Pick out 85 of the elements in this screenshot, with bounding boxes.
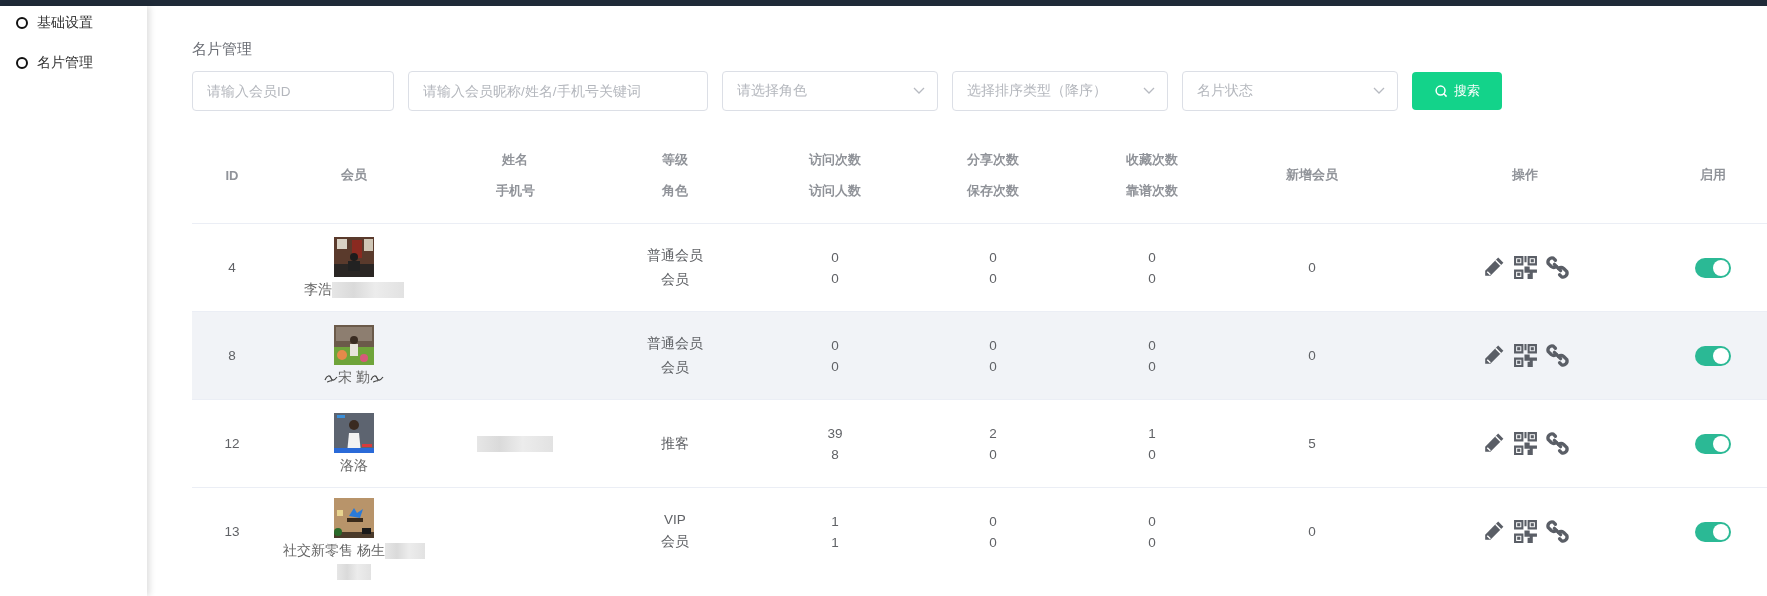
column-header: 靠谱次数 — [1126, 181, 1178, 200]
table-cell: 0 — [1148, 249, 1156, 265]
table-cell: 2 — [989, 425, 997, 441]
table-cell: 0 — [989, 249, 997, 265]
table-cell: 12 — [224, 436, 240, 451]
column-header: 收藏次数 — [1126, 150, 1178, 169]
toggle-switch[interactable] — [1694, 521, 1731, 542]
qr-code-icon[interactable] — [1512, 519, 1538, 544]
member-name: 洛洛 — [340, 456, 368, 475]
qr-code-icon[interactable] — [1512, 431, 1538, 456]
chevron-down-icon — [1143, 87, 1155, 95]
table-cell: 1 — [831, 534, 839, 550]
sidebar-item[interactable]: 基础设置 — [0, 13, 147, 33]
column-header: 等级 — [662, 150, 688, 169]
qr-code-icon[interactable] — [1512, 255, 1538, 280]
table-cell: 8 — [228, 348, 236, 363]
input-field[interactable]: 请输入会员昵称/姓名/手机号关键词 — [408, 71, 708, 111]
table-cell: 0 — [1148, 358, 1156, 374]
table-cell: 0 — [989, 358, 997, 374]
member-name: 李浩 — [304, 280, 332, 299]
table-cell: 0 — [831, 249, 839, 265]
table-cell: 普通会员 — [647, 246, 703, 265]
toggle-switch[interactable] — [1694, 345, 1731, 366]
table-cell: 0 — [1148, 270, 1156, 286]
table-cell: 0 — [831, 337, 839, 353]
link-icon[interactable] — [1544, 255, 1570, 280]
circle-icon — [16, 57, 28, 69]
table-cell: 0 — [989, 446, 997, 462]
table-cell: 0 — [1308, 524, 1316, 539]
table-cell: 0 — [1148, 513, 1156, 529]
column-header: 访问人数 — [809, 181, 861, 200]
link-icon[interactable] — [1544, 431, 1570, 456]
table-cell: 5 — [1308, 436, 1316, 451]
select-field[interactable]: 名片状态 — [1182, 71, 1398, 111]
link-icon[interactable] — [1544, 343, 1570, 368]
chevron-down-icon — [1373, 87, 1385, 95]
column-header: 保存次数 — [967, 181, 1019, 200]
column-header: 分享次数 — [967, 150, 1019, 169]
column-header: 新增会员 — [1286, 166, 1338, 184]
toggle-switch[interactable] — [1694, 433, 1731, 454]
chevron-down-icon — [913, 87, 925, 95]
table-cell: 8 — [831, 446, 839, 462]
table-cell: 推客 — [661, 434, 689, 453]
table-cell: 0 — [1148, 337, 1156, 353]
table-cell: 会员 — [661, 358, 689, 377]
select-field[interactable]: 请选择角色 — [722, 71, 938, 111]
link-icon[interactable] — [1544, 519, 1570, 544]
sidebar-item[interactable]: 名片管理 — [0, 53, 147, 73]
column-header: ID — [225, 167, 239, 183]
table-cell: 0 — [1308, 348, 1316, 363]
column-header: 角色 — [662, 181, 688, 200]
table-cell: 普通会员 — [647, 334, 703, 353]
column-header: 访问次数 — [809, 150, 861, 169]
table-cell: 1 — [1148, 425, 1156, 441]
column-header: 姓名 — [502, 150, 528, 169]
table-cell: VIP — [664, 512, 686, 527]
table-cell: 0 — [989, 534, 997, 550]
table-cell: 会员 — [661, 533, 689, 551]
table-cell: 0 — [1308, 260, 1316, 275]
page-title: 名片管理 — [192, 39, 252, 59]
circle-icon — [16, 17, 28, 29]
table-cell: 0 — [989, 270, 997, 286]
table-cell: 0 — [989, 513, 997, 529]
table-cell: 39 — [827, 425, 843, 441]
column-header: 会员 — [341, 166, 367, 184]
table-cell: 13 — [224, 524, 240, 539]
column-header: 操作 — [1512, 166, 1538, 184]
table-cell: 会员 — [661, 270, 689, 289]
toggle-switch[interactable] — [1694, 257, 1731, 278]
member-name: 社交新零售 杨生 — [283, 542, 385, 560]
table-cell: 0 — [1148, 534, 1156, 550]
table-cell: 0 — [831, 270, 839, 286]
qr-code-icon[interactable] — [1512, 343, 1538, 368]
search-button[interactable]: 搜索 — [1412, 72, 1502, 110]
table-cell: 0 — [1148, 446, 1156, 462]
table-cell: 0 — [831, 358, 839, 374]
select-field[interactable]: 选择排序类型（降序） — [952, 71, 1168, 111]
input-field[interactable]: 请输入会员ID — [192, 71, 394, 111]
column-header: 手机号 — [495, 181, 535, 200]
table-cell: 4 — [228, 260, 236, 275]
table-cell: 1 — [831, 513, 839, 529]
column-header: 启用 — [1699, 166, 1726, 184]
search-icon — [1434, 84, 1448, 98]
table-cell: 0 — [989, 337, 997, 353]
member-name: 宋 勤 — [338, 368, 370, 387]
